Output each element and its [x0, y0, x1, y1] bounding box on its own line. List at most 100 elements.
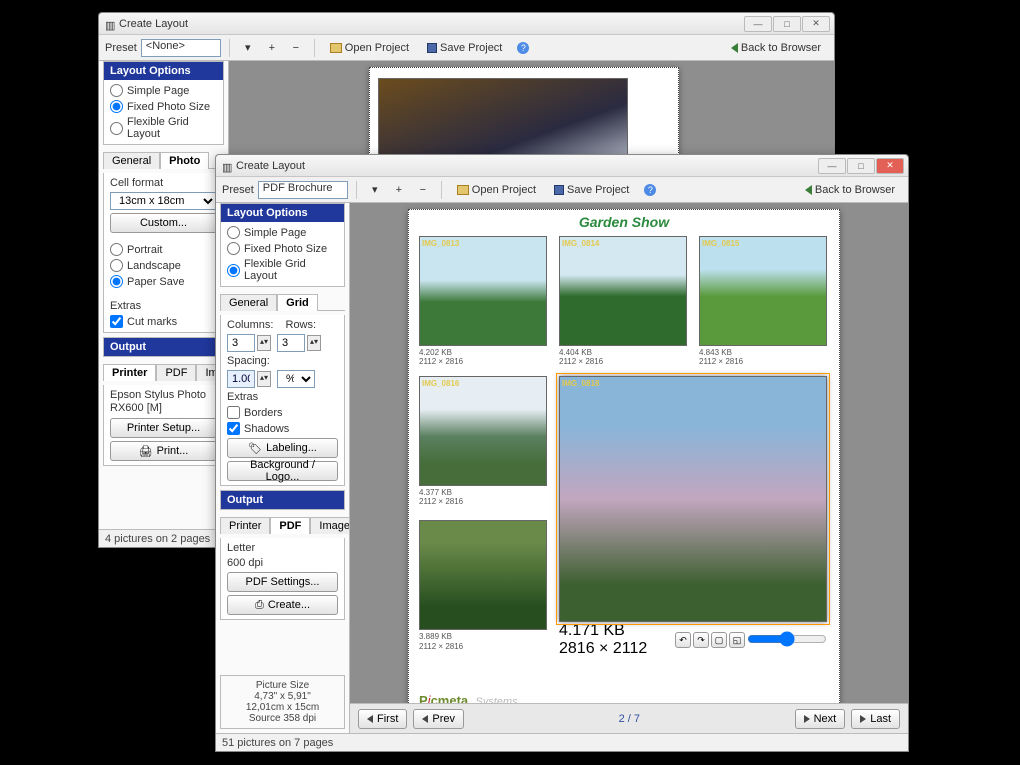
crop-icon[interactable]: ▢ [711, 632, 727, 648]
spacing-unit-select[interactable]: % [277, 370, 315, 388]
grid-thumb[interactable]: IMG_0816 [419, 376, 547, 486]
picture-size-cm: 12,01cm x 15cm [246, 702, 319, 713]
preset-select[interactable]: PDF Brochure [258, 181, 348, 199]
preset-remove-button[interactable]: − [286, 38, 306, 58]
first-page-button[interactable]: First [358, 709, 407, 729]
columns-label: Columns: [227, 319, 273, 331]
preset-dropdown-icon[interactable]: ▾ [238, 38, 258, 58]
help-button[interactable]: ? [513, 38, 533, 58]
grid-thumb-selected[interactable]: IMG_0818 [559, 376, 827, 622]
fit-icon[interactable]: ◱ [729, 632, 745, 648]
preset-remove-button[interactable]: − [413, 180, 433, 200]
prev-label: Prev [432, 713, 455, 725]
shadows-checkbox[interactable]: Shadows [227, 422, 338, 435]
orient-papersave-radio[interactable]: Paper Save [110, 275, 217, 288]
back-to-browser-button[interactable]: Back to Browser [798, 180, 902, 200]
rows-label: Rows: [286, 319, 317, 331]
grid-thumb[interactable]: IMG_0814 [559, 236, 687, 346]
cutmarks-label: Cut marks [127, 316, 177, 328]
app-icon: ▥ [105, 19, 115, 29]
preset-add-button[interactable]: + [389, 180, 409, 200]
last-page-button[interactable]: Last [851, 709, 900, 729]
cutmarks-checkbox[interactable]: Cut marks [110, 315, 217, 328]
printer-setup-button[interactable]: Printer Setup... [110, 418, 217, 438]
columns-stepper[interactable]: ▴▾ [257, 335, 271, 351]
open-project-label: Open Project [345, 42, 409, 54]
tab-general[interactable]: General [220, 294, 277, 311]
grid-thumb[interactable]: IMG_0813 [419, 236, 547, 346]
tab-photo[interactable]: Photo [160, 152, 209, 169]
output-tab-image[interactable]: Image [310, 517, 350, 534]
rows-input[interactable] [277, 334, 305, 352]
prev-page-button[interactable]: Prev [413, 709, 464, 729]
layout-fixed-radio[interactable]: Fixed Photo Size [227, 242, 338, 255]
minimize-button[interactable]: — [818, 158, 846, 174]
create-pdf-button[interactable]: ⎙ Create... [227, 595, 338, 615]
folder-icon [330, 43, 342, 53]
rotate-left-icon[interactable]: ↶ [675, 632, 691, 648]
output-tab-pdf[interactable]: PDF [156, 364, 196, 381]
last-label: Last [870, 713, 891, 725]
labeling-button[interactable]: 🏷 Labeling... [227, 438, 338, 458]
save-project-button[interactable]: Save Project [547, 180, 636, 200]
layout-simple-radio[interactable]: Simple Page [227, 226, 338, 239]
minimize-button[interactable]: — [744, 16, 772, 32]
thumb-dim: 2112 × 2816 [419, 357, 463, 366]
close-button[interactable]: ✕ [876, 158, 904, 174]
tab-grid[interactable]: Grid [277, 294, 318, 311]
create-pdf-label: Create... [268, 599, 310, 611]
grid-thumb[interactable]: IMG_0815 [699, 236, 827, 346]
output-tab-printer[interactable]: Printer [103, 364, 156, 381]
help-button[interactable]: ? [640, 180, 660, 200]
orient-portrait-radio[interactable]: Portrait [110, 243, 217, 256]
output-tab-printer[interactable]: Printer [220, 517, 270, 534]
zoom-slider[interactable] [747, 632, 827, 646]
output-tab-pdf[interactable]: PDF [270, 517, 310, 534]
preset-add-button[interactable]: + [262, 38, 282, 58]
print-button[interactable]: 🖨 Print... [110, 441, 217, 461]
open-project-label: Open Project [472, 184, 536, 196]
open-project-button[interactable]: Open Project [450, 180, 543, 200]
thumb-info: 4.404 KB [559, 348, 592, 357]
labeling-label: Labeling... [266, 442, 317, 454]
spacing-input[interactable] [227, 370, 255, 388]
preset-select[interactable]: <None> [141, 39, 221, 57]
thumb-info: 4.843 KB [699, 348, 732, 357]
layout-flex-radio[interactable]: Flexible Grid Layout [227, 258, 338, 282]
pdf-settings-button[interactable]: PDF Settings... [227, 572, 338, 592]
thumb-id: IMG_0814 [562, 239, 599, 248]
layout-flex-label: Flexible Grid Layout [244, 258, 338, 282]
layout-flex-radio[interactable]: Flexible Grid Layout [110, 116, 217, 140]
rotate-right-icon[interactable]: ↷ [693, 632, 709, 648]
preset-label: Preset [222, 184, 254, 196]
grid-thumb[interactable] [419, 520, 547, 630]
next-label: Next [814, 713, 837, 725]
window-title: Create Layout [119, 18, 188, 30]
orient-portrait-label: Portrait [127, 244, 162, 256]
open-project-button[interactable]: Open Project [323, 38, 416, 58]
spacing-stepper[interactable]: ▴▾ [257, 371, 271, 387]
background-logo-button[interactable]: Background / Logo... [227, 461, 338, 481]
orient-papersave-label: Paper Save [127, 276, 184, 288]
next-page-button[interactable]: Next [795, 709, 846, 729]
borders-checkbox[interactable]: Borders [227, 406, 338, 419]
back-to-browser-button[interactable]: Back to Browser [724, 38, 828, 58]
preset-label: Preset [105, 42, 137, 54]
layout-fixed-radio[interactable]: Fixed Photo Size [110, 100, 217, 113]
save-project-button[interactable]: Save Project [420, 38, 509, 58]
preset-dropdown-icon[interactable]: ▾ [365, 180, 385, 200]
columns-input[interactable] [227, 334, 255, 352]
rows-stepper[interactable]: ▴▾ [307, 335, 321, 351]
pdf-page: Letter [227, 542, 338, 554]
preview-canvas[interactable]: Garden Show IMG_08134.202 KB2112 × 2816 … [350, 203, 908, 733]
maximize-button[interactable]: □ [773, 16, 801, 32]
tab-general[interactable]: General [103, 152, 160, 169]
close-button[interactable]: ✕ [802, 16, 830, 32]
maximize-button[interactable]: □ [847, 158, 875, 174]
orient-landscape-radio[interactable]: Landscape [110, 259, 217, 272]
custom-format-button[interactable]: Custom... [110, 213, 217, 233]
back-to-browser-label: Back to Browser [741, 42, 821, 54]
layout-flex-label: Flexible Grid Layout [127, 116, 217, 140]
cell-format-select[interactable]: 13cm x 18cm [110, 192, 217, 210]
layout-simple-radio[interactable]: Simple Page [110, 84, 217, 97]
